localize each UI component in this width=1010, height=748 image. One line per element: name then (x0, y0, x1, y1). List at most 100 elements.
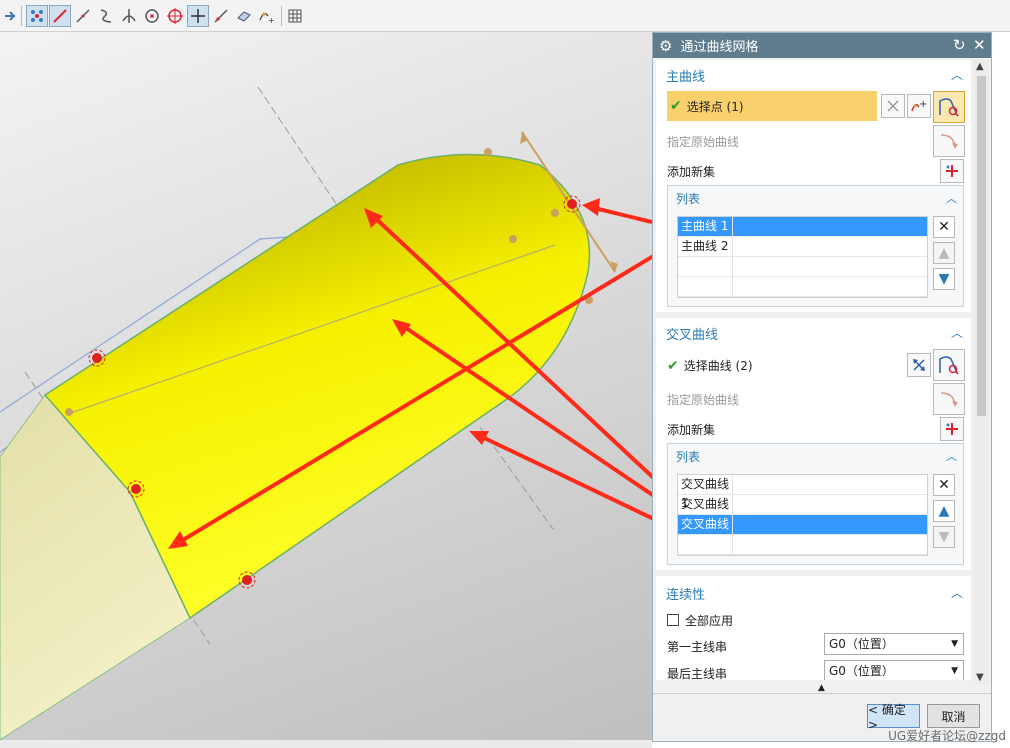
list-item[interactable]: 交叉曲线 1 (678, 475, 927, 510)
list-item[interactable] (678, 277, 927, 297)
list-item-cell (733, 495, 927, 514)
dialog-scrollbar[interactable]: ▲ ▼ (974, 60, 989, 684)
chevron-down-icon: ▼ (951, 666, 958, 676)
list-item-label: 交叉曲线 2 (678, 495, 733, 530)
collapse-caret-icon[interactable]: ︿ (946, 448, 957, 464)
select-curve-row[interactable]: ✔ 选择曲线 (2) (667, 357, 753, 374)
last-primary-value: G0（位置） (829, 664, 894, 678)
circle-center-icon[interactable] (141, 5, 163, 27)
list-item-cell (733, 535, 927, 554)
select-point-label: 选择点 (1) (686, 99, 744, 114)
move-up-icon[interactable]: ▲ (933, 500, 955, 522)
move-down-icon[interactable]: ▼ (933, 526, 955, 548)
select-point-row[interactable]: ✔ 选择点 (1) (667, 91, 877, 121)
specify-origin-curve-icon[interactable] (933, 125, 965, 157)
through-curve-mesh-dialog: ⚙ 通过曲线网格 ↻ ✕ 主曲线 ︿ ✔ 选择点 (1) + 指定原始曲线 添加… (652, 32, 992, 742)
grid-icon[interactable] (284, 5, 306, 27)
line-tool-icon[interactable] (49, 5, 71, 27)
point-on-curve-icon[interactable]: + (256, 5, 278, 27)
cross-curves-section: 交叉曲线 ︿ ✔ 选择曲线 (2) 指定原始曲线 添加新集 列表 ︿ 交叉曲线 … (656, 318, 971, 570)
arrow-right-icon[interactable] (0, 5, 22, 27)
list-item-cell (733, 257, 927, 276)
curve-tool-icon[interactable] (95, 5, 117, 27)
scroll-down-icon[interactable]: ▼ (976, 672, 984, 683)
first-primary-value: G0（位置） (829, 637, 894, 651)
continuity-section: 连续性 ︿ 全部应用 第一主线串 G0（位置） ▼ 最后主线串 G0（位置） ▼ (656, 576, 971, 680)
list-item-cell (733, 237, 927, 256)
reverse-direction-icon[interactable] (907, 353, 931, 377)
crosshair-icon[interactable] (187, 5, 209, 27)
add-new-set-icon[interactable] (940, 417, 964, 441)
svg-text:+: + (268, 16, 275, 24)
delete-icon[interactable]: ✕ (933, 216, 955, 238)
curve-select-mode-icon[interactable] (933, 91, 965, 123)
specify-origin-curve-icon[interactable] (933, 383, 965, 415)
list-item-label (678, 257, 733, 276)
collapse-caret-icon[interactable]: ︿ (946, 190, 957, 206)
dialog-title-bar[interactable]: ⚙ 通过曲线网格 ↻ ✕ (653, 33, 991, 58)
cross-curves-header[interactable]: 交叉曲线 (666, 324, 718, 343)
add-new-set-label: 添加新集 (667, 165, 716, 179)
list-item-label (678, 277, 733, 296)
chevron-down-icon: ▼ (951, 639, 958, 649)
primary-curves-section: 主曲线 ︿ ✔ 选择点 (1) + 指定原始曲线 添加新集 列表 ︿ 主曲线 1… (656, 60, 971, 312)
point-marker (567, 199, 577, 209)
add-new-set-label: 添加新集 (667, 423, 716, 437)
list-item[interactable] (678, 535, 927, 555)
point-constructor-icon[interactable]: + (907, 94, 931, 118)
apply-all-checkbox[interactable] (667, 614, 679, 626)
perpendicular-icon[interactable] (118, 5, 140, 27)
dialog-title: 通过曲线网格 (680, 40, 759, 55)
list-item[interactable] (678, 257, 927, 277)
checkmark-icon: ✔ (667, 357, 679, 374)
collapse-caret-icon[interactable]: ︿ (951, 324, 963, 341)
toolbar: + (0, 0, 1010, 32)
list-item-label: 主曲线 1 (678, 217, 733, 236)
apply-all-row[interactable]: 全部应用 (667, 612, 733, 629)
list-item-cell (733, 515, 927, 534)
move-up-icon[interactable]: ▲ (933, 242, 955, 264)
first-primary-select[interactable]: G0（位置） ▼ (824, 633, 964, 655)
shade-icon[interactable] (233, 5, 255, 27)
list-item-label: 交叉曲线 1 (678, 475, 733, 510)
list-header[interactable]: 列表 (676, 448, 700, 465)
quadrant-icon[interactable] (164, 5, 186, 27)
scroll-thumb[interactable] (977, 76, 986, 416)
list-header[interactable]: 列表 (676, 190, 700, 207)
last-primary-select[interactable]: G0（位置） ▼ (824, 660, 964, 680)
first-primary-label: 第一主线串 (667, 640, 728, 654)
list-item[interactable]: 交叉曲线 2 (678, 495, 927, 530)
point-marker (131, 484, 141, 494)
move-down-icon[interactable]: ▼ (933, 268, 955, 290)
primary-list-panel: 列表 ︿ 主曲线 1 主曲线 2 ✕ ▲ ▼ (667, 185, 964, 307)
close-icon[interactable]: ✕ (973, 37, 986, 54)
scroll-up-icon[interactable]: ▲ (976, 61, 984, 72)
straight-line-icon[interactable] (72, 5, 94, 27)
point-dialog-icon[interactable] (881, 94, 905, 118)
collapse-caret-icon[interactable]: ︿ (951, 584, 963, 601)
cross-curves-list: 交叉曲线 1交叉曲线 2交叉曲线 3 (677, 474, 928, 556)
gear-icon[interactable]: ⚙ (659, 37, 672, 55)
point-marker (242, 575, 252, 585)
list-item[interactable]: 主曲线 1 (678, 217, 927, 237)
status-bar (0, 740, 652, 748)
watermark: UG爱好者论坛@zzgd (888, 729, 1006, 743)
graphics-viewport[interactable] (0, 32, 652, 740)
dialog-scroll-area: 主曲线 ︿ ✔ 选择点 (1) + 指定原始曲线 添加新集 列表 ︿ 主曲线 1… (656, 60, 971, 680)
collapse-caret-icon[interactable]: ︿ (951, 66, 963, 83)
list-item[interactable]: 交叉曲线 3 (678, 515, 927, 550)
cross-list-panel: 列表 ︿ 交叉曲线 1交叉曲线 2交叉曲线 3 ✕ ▲ ▼ (667, 443, 964, 565)
snap-points-icon[interactable] (26, 5, 48, 27)
tangent-icon[interactable] (210, 5, 232, 27)
list-item[interactable]: 主曲线 2 (678, 237, 927, 257)
ok-button[interactable]: < 确定 > (867, 703, 920, 732)
expand-more-icon[interactable]: ▲ (818, 683, 825, 693)
add-new-set-icon[interactable] (940, 159, 964, 183)
curve-select-mode-icon[interactable] (933, 349, 965, 381)
cancel-button[interactable]: 取消 (927, 704, 980, 728)
reset-icon[interactable]: ↻ (953, 37, 966, 54)
delete-icon[interactable]: ✕ (933, 474, 955, 496)
primary-curves-header[interactable]: 主曲线 (666, 66, 705, 85)
point-marker (92, 353, 102, 363)
continuity-header[interactable]: 连续性 (666, 584, 705, 603)
